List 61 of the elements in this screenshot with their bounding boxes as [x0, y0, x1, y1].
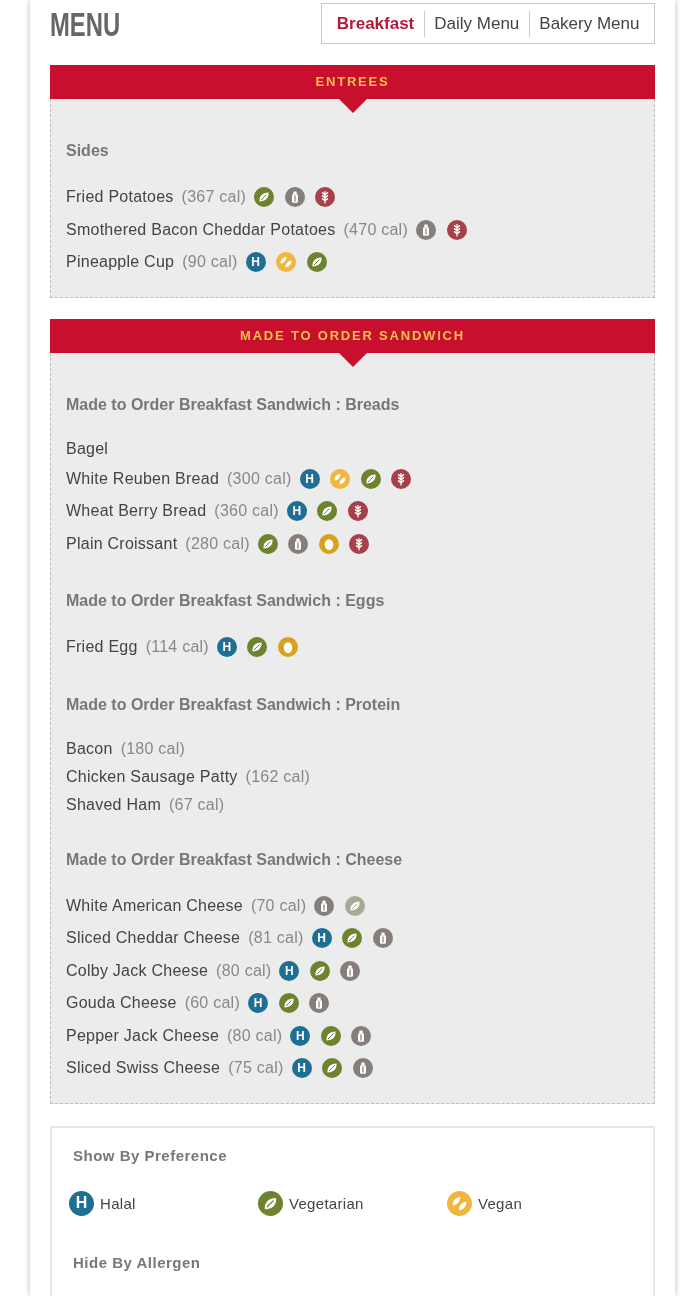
menu-item-name[interactable]: Wheat Berry Bread [66, 502, 207, 521]
calorie-count: (80 cal) [216, 961, 272, 980]
menu-item-name[interactable]: Pineapple Cup [66, 253, 175, 272]
leaf-icon [258, 1190, 283, 1216]
menu-item-name[interactable]: Colby Jack Cheese [66, 961, 209, 980]
calorie-count: (300 cal) [227, 469, 292, 488]
menu-item-name[interactable]: Sliced Cheddar Cheese [66, 929, 241, 948]
menu-item-name[interactable]: Pepper Jack Cheese [66, 1026, 220, 1045]
calorie-count: (81 cal) [248, 929, 304, 948]
preference-label[interactable]: Vegan [478, 1194, 523, 1212]
menu-item-name[interactable]: Gouda Cheese [66, 994, 177, 1013]
calorie-count: (90 cal) [182, 253, 238, 272]
group-heading: Made to Order Breakfast Sandwich : Eggs [66, 591, 386, 611]
menu-item-name[interactable]: Smothered Bacon Cheddar Potatoes [66, 220, 336, 239]
halal-icon: H [291, 1058, 312, 1079]
menu-item-name[interactable]: Fried Potatoes [66, 188, 174, 207]
calorie-count: (367 cal) [181, 188, 247, 207]
halal-icon: H [248, 993, 268, 1014]
menu-item-name[interactable]: Bacon [66, 739, 113, 758]
halal-icon: H [216, 637, 237, 658]
calorie-count: (67 cal) [169, 795, 225, 814]
preference-label[interactable]: Vegetarian [289, 1194, 364, 1212]
menu-tab[interactable]: Bakery Menu [528, 10, 649, 37]
menu-item-name[interactable]: Plain Croissant [66, 534, 178, 553]
calorie-count: (114 cal) [145, 638, 209, 657]
menu-item-name[interactable]: Sliced Swiss Cheese [66, 1059, 221, 1078]
group-heading: Sides [66, 141, 110, 161]
halal-icon: H [299, 468, 320, 489]
calorie-count: (470 cal) [343, 220, 408, 239]
menu-tab[interactable]: Daily Menu [423, 10, 529, 37]
halal-icon: H [69, 1190, 94, 1216]
menu-item-name[interactable]: Chicken Sausage Patty [66, 767, 238, 786]
calorie-count: (162 cal) [245, 767, 311, 786]
group-heading: Made to Order Breakfast Sandwich : Protein [66, 694, 402, 715]
halal-icon: H [279, 960, 300, 981]
group-heading: Made to Order Breakfast Sandwich : Breads [66, 394, 401, 415]
down-pointer-icon [338, 352, 367, 367]
group-heading: Made to Order Breakfast Sandwich : Cheese [66, 849, 404, 870]
halal-icon: H [286, 501, 307, 522]
calorie-count: (280 cal) [185, 534, 250, 553]
filter-heading: Show By Preference [73, 1146, 229, 1165]
halal-icon: H [290, 1025, 311, 1046]
calorie-count: (180 cal) [120, 739, 186, 758]
down-pointer-icon [338, 99, 367, 113]
menu-item-name[interactable]: White American Cheese [66, 896, 243, 915]
menu-item-name[interactable]: Fried Egg [66, 638, 138, 657]
calorie-count: (60 cal) [184, 994, 240, 1013]
menu-item-name[interactable]: Bagel [66, 439, 109, 458]
calorie-count: (75 cal) [228, 1059, 284, 1078]
filter-heading: Hide By Allergen [73, 1253, 202, 1272]
menu-tab[interactable]: Breakfast [327, 10, 424, 37]
menu-item-name[interactable]: White Reuben Bread [66, 469, 220, 488]
halal-icon: H [245, 252, 266, 273]
calorie-count: (70 cal) [250, 896, 307, 915]
menu-item-name[interactable]: Shaved Ham [66, 795, 161, 814]
calorie-count: (80 cal) [227, 1026, 283, 1045]
two-leaves-icon [447, 1190, 472, 1216]
menu-title: MENU [50, 6, 121, 41]
halal-icon: H [311, 928, 332, 949]
preference-label[interactable]: Halal [100, 1194, 136, 1212]
calorie-count: (360 cal) [214, 502, 279, 521]
